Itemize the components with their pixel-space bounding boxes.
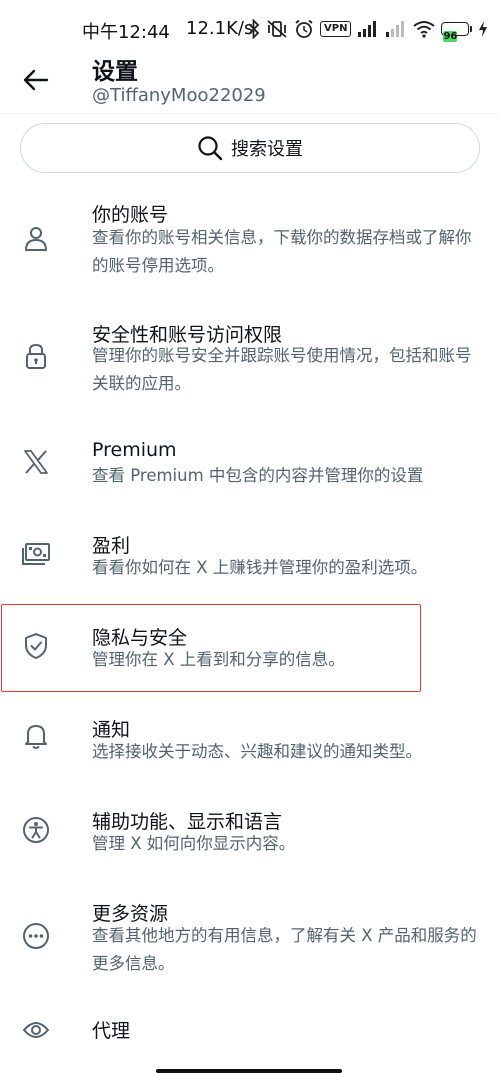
- more-circle-icon: [20, 920, 52, 952]
- arrow-left-icon: [23, 69, 49, 91]
- charging-icon: [478, 20, 488, 38]
- item-description: 查看 Premium 中包含的内容并管理你的设置: [92, 466, 424, 485]
- bluetooth-icon: [248, 19, 260, 39]
- settings-item-accessibility[interactable]: 辅助功能、显示和语言 管理 X 如何向你显示内容。: [0, 806, 500, 862]
- vibrate-icon: [266, 19, 288, 39]
- bell-icon: [20, 720, 52, 752]
- back-button[interactable]: [16, 60, 56, 100]
- search-settings-input[interactable]: 搜索设置: [20, 123, 480, 173]
- x-logo-icon: [20, 446, 52, 478]
- home-indicator[interactable]: [156, 1069, 342, 1073]
- item-label: Premium: [92, 439, 177, 461]
- accessibility-icon: [20, 814, 52, 846]
- settings-item-premium[interactable]: Premium 查看 Premium 中包含的内容并管理你的设置: [0, 438, 500, 494]
- divider: [0, 113, 500, 114]
- alarm-icon: [294, 19, 314, 39]
- lock-icon: [20, 340, 52, 372]
- signal-icon: [357, 20, 379, 38]
- item-label: 代理: [92, 1020, 131, 1042]
- wifi-icon: [413, 20, 436, 38]
- money-icon: [20, 538, 52, 570]
- signal-weak-icon: [385, 20, 407, 38]
- battery-icon: 96: [441, 22, 473, 42]
- item-label: 你的账号: [92, 204, 169, 226]
- vpn-badge: VPN: [320, 21, 352, 37]
- item-description: 看看你如何在 X 上赚钱并管理你的盈利选项。: [92, 558, 428, 577]
- item-description: 查看你的账号相关信息，下载你的数据存档或了解你的账号停用选项。: [92, 228, 472, 275]
- item-description: 管理 X 如何向你显示内容。: [92, 834, 296, 853]
- settings-item-security[interactable]: 安全性和账号访问权限 管理你的账号安全并跟踪账号使用情况，包括和账号关联的应用。: [0, 316, 500, 408]
- highlight-box: [1, 604, 421, 692]
- settings-item-notifications[interactable]: 通知 选择接收关于动态、兴趣和建议的通知类型。: [0, 714, 500, 770]
- item-description: 管理你的账号安全并跟踪账号使用情况，包括和账号关联的应用。: [92, 346, 472, 393]
- search-placeholder: 搜索设置: [231, 139, 303, 160]
- item-description: 选择接收关于动态、兴趣和建议的通知类型。: [92, 742, 422, 761]
- eye-icon: [20, 1014, 52, 1046]
- status-bar: 中午12:44 12.1K/s VPN 96: [0, 0, 500, 58]
- battery-level: 96: [443, 31, 458, 42]
- status-icons: VPN 96: [248, 15, 488, 43]
- page-title: 设置: [92, 59, 138, 85]
- network-speed: 12.1K/s: [186, 18, 254, 39]
- search-icon: [198, 136, 223, 161]
- settings-item-additional-resources[interactable]: 更多资源 查看其他地方的有用信息，了解有关 X 产品和服务的更多信息。: [0, 898, 500, 990]
- settings-item-your-account[interactable]: 你的账号 查看你的账号相关信息，下载你的数据存档或了解你的账号停用选项。: [0, 196, 500, 288]
- account-handle: @TiffanyMoo22029: [92, 85, 266, 106]
- status-time: 中午12:44: [82, 22, 170, 43]
- settings-item-monetization[interactable]: 盈利 看看你如何在 X 上赚钱并管理你的盈利选项。: [0, 530, 500, 586]
- settings-item-proxy[interactable]: 代理: [0, 1012, 500, 1052]
- person-icon: [20, 222, 52, 254]
- item-description: 查看其他地方的有用信息，了解有关 X 产品和服务的更多信息。: [92, 926, 477, 973]
